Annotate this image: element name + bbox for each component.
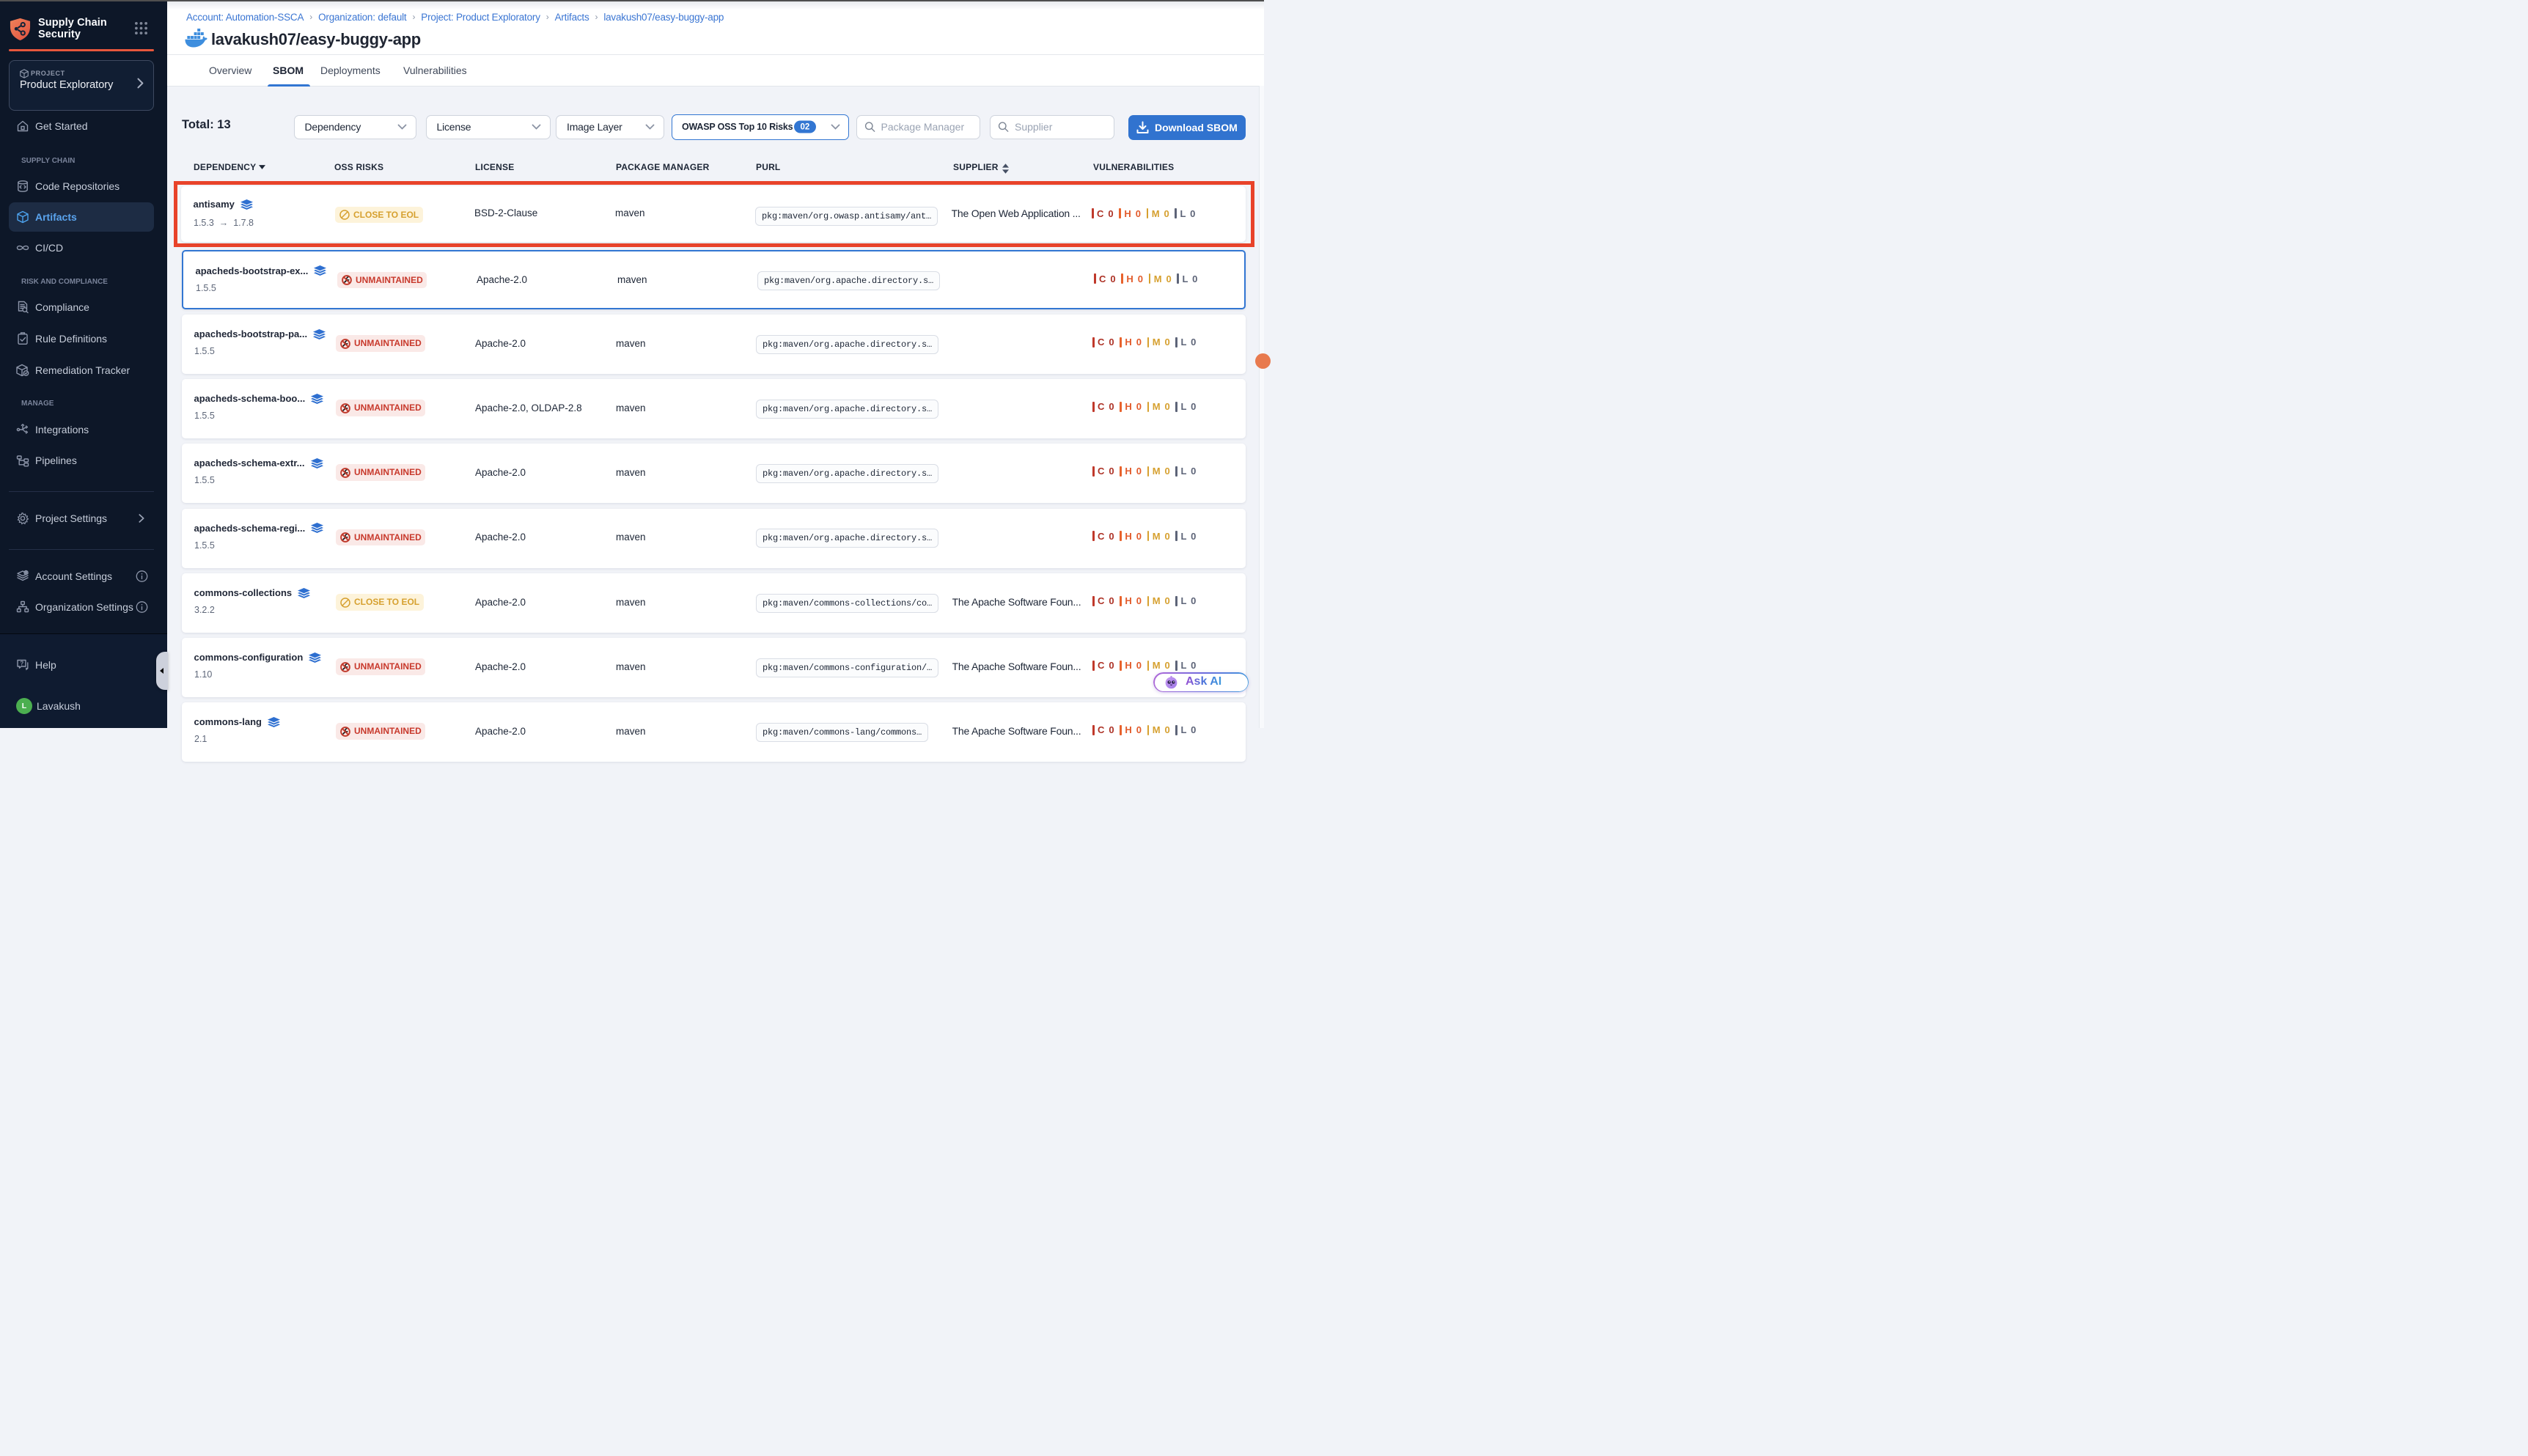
- svg-text:?: ?: [20, 661, 23, 667]
